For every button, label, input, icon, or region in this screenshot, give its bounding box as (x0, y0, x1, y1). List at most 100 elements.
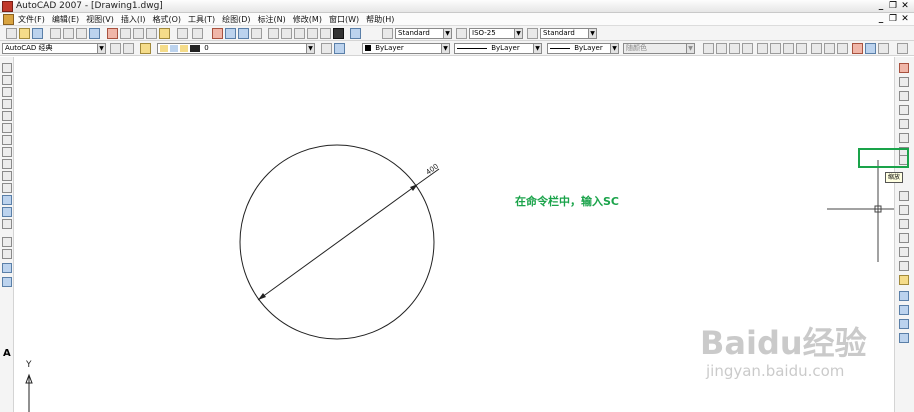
move-icon[interactable] (899, 133, 909, 143)
plot-icon[interactable] (89, 28, 100, 39)
dim-style-icon[interactable] (456, 28, 467, 39)
quick-leader-icon[interactable] (852, 43, 863, 54)
workspace-save-icon[interactable] (123, 43, 134, 54)
arc-length-icon[interactable] (729, 43, 740, 54)
print-preview-icon[interactable] (63, 28, 74, 39)
menu-view[interactable]: 视图(V) (86, 14, 114, 25)
restore-button[interactable]: ❐ (888, 1, 898, 11)
revision-cloud-icon[interactable] (2, 147, 12, 157)
radius-dimension-icon[interactable] (757, 43, 768, 54)
baseline-dimension-icon[interactable] (824, 43, 835, 54)
design-center-icon[interactable] (281, 28, 292, 39)
menu-tools[interactable]: 工具(T) (188, 14, 215, 25)
jogged-dimension-icon[interactable] (770, 43, 781, 54)
quick-dimension-icon[interactable] (811, 43, 822, 54)
properties-palette-icon[interactable] (899, 319, 909, 329)
text-style-icon[interactable] (382, 28, 393, 39)
dim-style-select[interactable]: ISO-25 ▼ (469, 28, 523, 39)
insert-block-icon[interactable] (2, 195, 12, 205)
table-style-select[interactable]: Standard ▼ (540, 28, 597, 39)
aligned-dimension-icon[interactable] (716, 43, 727, 54)
ellipse-icon[interactable] (2, 171, 12, 181)
copy-object-icon[interactable] (899, 77, 909, 87)
fillet-icon[interactable] (899, 275, 909, 285)
angular-dimension-icon[interactable] (796, 43, 807, 54)
undo-icon[interactable] (177, 28, 188, 39)
construction-line-icon[interactable] (2, 75, 12, 85)
properties-icon[interactable] (268, 28, 279, 39)
drawn-circle[interactable] (239, 144, 435, 340)
color-select[interactable]: ByLayer ▼ (362, 43, 450, 54)
table-style-icon[interactable] (527, 28, 538, 39)
print-icon[interactable] (50, 28, 61, 39)
pan-icon[interactable] (212, 28, 223, 39)
chamfer-icon[interactable] (899, 261, 909, 271)
break-icon[interactable] (899, 233, 909, 243)
layer-states-icon[interactable] (899, 333, 909, 343)
ordinate-dimension-icon[interactable] (742, 43, 753, 54)
ellipse-arc-icon[interactable] (2, 183, 12, 193)
match-properties-icon[interactable] (146, 28, 157, 39)
layer-previous-icon[interactable] (334, 43, 345, 54)
line-icon[interactable] (2, 63, 12, 73)
minimize-button[interactable]: _ (876, 1, 886, 11)
doc-minimize-button[interactable]: _ (876, 14, 886, 24)
join-icon[interactable] (899, 247, 909, 257)
layer-manager-icon[interactable] (140, 43, 151, 54)
text-style-select[interactable]: Standard ▼ (395, 28, 452, 39)
arc-icon[interactable] (2, 123, 12, 133)
tool-palettes-icon[interactable] (294, 28, 305, 39)
trim-icon[interactable] (899, 205, 909, 215)
doc-close-button[interactable]: ✕ (900, 14, 910, 24)
gradient-icon[interactable] (2, 249, 12, 259)
help-icon[interactable] (350, 28, 361, 39)
circle-icon[interactable] (2, 135, 12, 145)
workspace-settings-icon[interactable] (110, 43, 121, 54)
hatch-icon[interactable] (2, 237, 12, 247)
polygon-icon[interactable] (2, 99, 12, 109)
publish-icon[interactable] (76, 28, 87, 39)
mirror-icon[interactable] (899, 91, 909, 101)
sheet-set-icon[interactable] (307, 28, 318, 39)
dimension-text-edit-icon[interactable] (897, 43, 908, 54)
document-icon[interactable] (3, 14, 14, 25)
menu-modify[interactable]: 修改(M) (293, 14, 322, 25)
layer-select[interactable]: 0 ▼ (157, 43, 315, 54)
make-block-icon[interactable] (2, 207, 12, 217)
plot-style-select[interactable]: 随颜色 ▼ (623, 43, 695, 54)
cut-icon[interactable] (107, 28, 118, 39)
region-icon[interactable] (2, 263, 12, 273)
menu-insert[interactable]: 插入(I) (121, 14, 146, 25)
erase-icon[interactable] (899, 63, 909, 73)
stretch-icon[interactable] (899, 191, 909, 201)
linear-dimension-icon[interactable] (703, 43, 714, 54)
table-icon[interactable] (2, 277, 12, 287)
zoom-realtime-icon[interactable] (225, 28, 236, 39)
open-file-icon[interactable] (19, 28, 30, 39)
zoom-window-icon[interactable] (238, 28, 249, 39)
tolerance-icon[interactable] (865, 43, 876, 54)
offset-icon[interactable] (899, 105, 909, 115)
polyline-icon[interactable] (2, 87, 12, 97)
continue-dimension-icon[interactable] (837, 43, 848, 54)
make-current-layer-icon[interactable] (321, 43, 332, 54)
workspace-select[interactable]: AutoCAD 经典 ▼ (2, 43, 106, 54)
menu-window[interactable]: 窗口(W) (329, 14, 359, 25)
lineweight-select[interactable]: ByLayer ▼ (547, 43, 619, 54)
point-icon[interactable] (2, 219, 12, 229)
spline-icon[interactable] (2, 159, 12, 169)
close-button[interactable]: ✕ (900, 1, 910, 11)
multiline-text-icon[interactable]: A (3, 348, 11, 359)
markup-icon[interactable] (320, 28, 331, 39)
linetype-select[interactable]: ByLayer ▼ (454, 43, 542, 54)
doc-restore-button[interactable]: ❐ (888, 14, 898, 24)
menu-help[interactable]: 帮助(H) (366, 14, 394, 25)
copy-icon[interactable] (120, 28, 131, 39)
diameter-dimension-line[interactable] (257, 183, 419, 301)
array-icon[interactable] (899, 119, 909, 129)
block-editor-icon[interactable] (159, 28, 170, 39)
autocad-app-icon[interactable] (2, 1, 13, 12)
draworder-icon[interactable] (899, 305, 909, 315)
rectangle-icon[interactable] (2, 111, 12, 121)
menu-draw[interactable]: 绘图(D) (222, 14, 250, 25)
